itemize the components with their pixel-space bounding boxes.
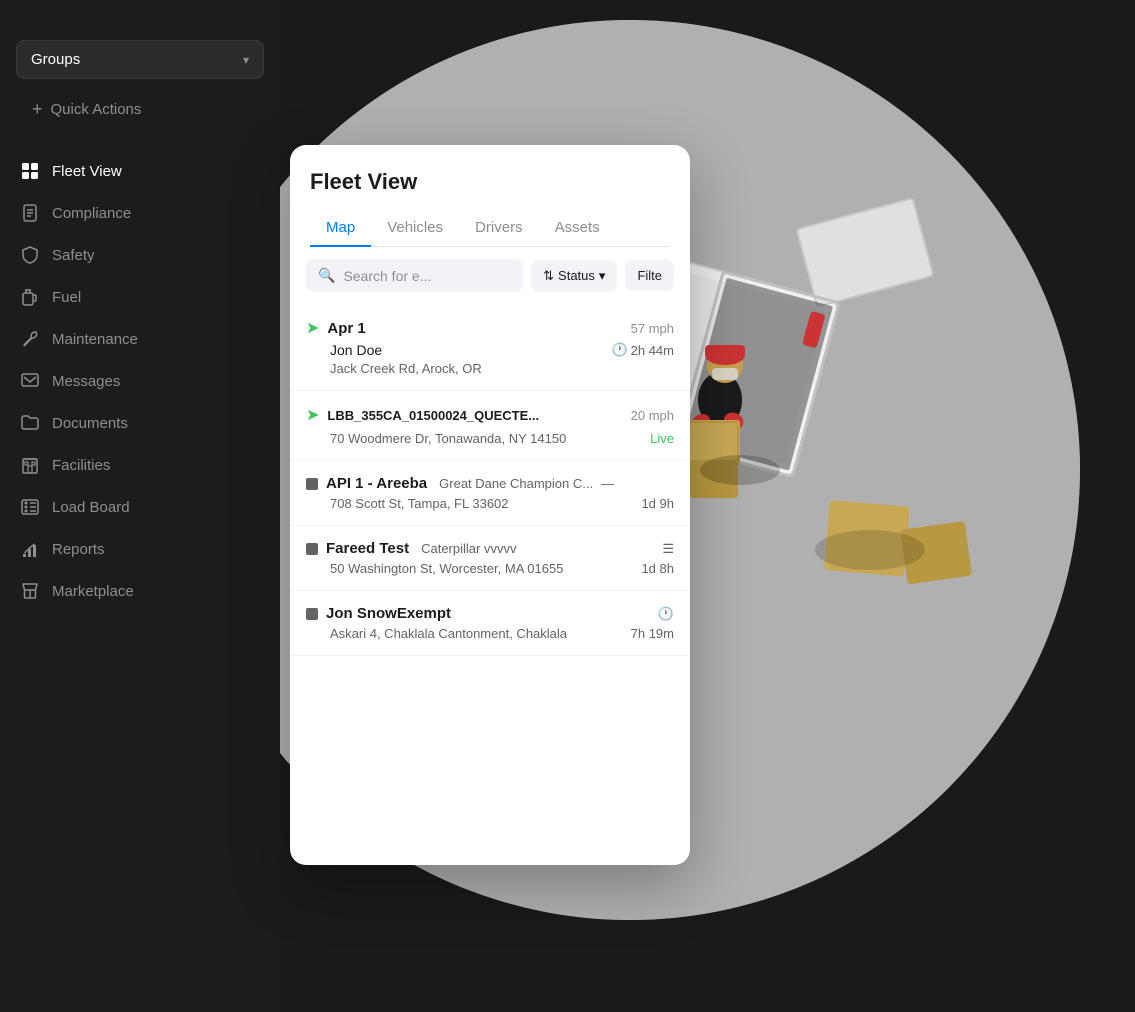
sidebar-item-fuel[interactable]: Fuel xyxy=(0,276,280,318)
sidebar-item-label-documents: Documents xyxy=(52,415,128,432)
vehicle-name-4: Fareed Test xyxy=(326,540,409,557)
doc-icon xyxy=(20,203,40,223)
sidebar-item-label-messages: Messages xyxy=(52,373,120,390)
vehicle-name-1: Apr 1 xyxy=(327,320,365,337)
vehicle-time-2: Live xyxy=(650,431,674,446)
status-dot-3 xyxy=(306,478,318,490)
status-dot-5 xyxy=(306,608,318,620)
moving-arrow-icon-2: ➤ xyxy=(306,405,319,425)
tab-assets[interactable]: Assets xyxy=(539,211,616,246)
clock-icon-1: 🕐 xyxy=(611,342,627,358)
vehicle-address-1: Jack Creek Rd, Arock, OR xyxy=(330,361,482,376)
sidebar-item-label-marketplace: Marketplace xyxy=(52,583,134,600)
vehicle-speed-1: 57 mph xyxy=(631,321,674,336)
sidebar-item-label-load-board: Load Board xyxy=(52,499,130,516)
sidebar-item-label-safety: Safety xyxy=(52,247,95,264)
tab-drivers[interactable]: Drivers xyxy=(459,211,539,246)
sidebar-item-compliance[interactable]: Compliance xyxy=(0,192,280,234)
chevron-down-icon: ▾ xyxy=(243,53,249,67)
chevron-icon-status: ▾ xyxy=(599,268,606,284)
message-icon xyxy=(20,371,40,391)
vehicle-name-5: Jon SnowExempt xyxy=(326,605,451,622)
groups-label: Groups xyxy=(31,51,80,68)
quick-actions-label: Quick Actions xyxy=(51,101,142,118)
fleet-panel-title: Fleet View xyxy=(310,169,670,195)
fuel-icon xyxy=(20,287,40,307)
vehicle-item-4[interactable]: Fareed Test Caterpillar vvvvv ☰ 50 Washi… xyxy=(290,526,690,591)
vehicle-address-3: 708 Scott St, Tampa, FL 33602 xyxy=(330,496,509,511)
vehicle-item-1[interactable]: ➤ Apr 1 57 mph Jon Doe 🕐 2h 44m Jack Cre… xyxy=(290,304,690,391)
vehicle-item-5[interactable]: Jon SnowExempt 🕐 Askari 4, Chaklala Cant… xyxy=(290,591,690,656)
status-filter-button[interactable]: ⇅ Status ▾ xyxy=(531,260,617,292)
tab-vehicles[interactable]: Vehicles xyxy=(371,211,459,246)
filter-button[interactable]: Filte xyxy=(625,260,674,291)
vehicle-time-1: 🕐 2h 44m xyxy=(611,342,674,358)
sidebar: Groups ▾ + Quick Actions Fleet View xyxy=(0,0,280,1012)
vehicle-name-3: API 1 - Areeba xyxy=(326,475,427,492)
sidebar-item-label-reports: Reports xyxy=(52,541,105,558)
search-icon: 🔍 xyxy=(318,267,335,284)
status-dot-4 xyxy=(306,543,318,555)
vehicle-address-4: 50 Washington St, Worcester, MA 01655 xyxy=(330,561,563,576)
vehicle-address-2: 70 Woodmere Dr, Tonawanda, NY 14150 xyxy=(330,431,566,446)
sidebar-item-maintenance[interactable]: Maintenance xyxy=(0,318,280,360)
vehicle-name-2: LBB_355CA_01500024_QUECTE... xyxy=(327,408,539,423)
search-box[interactable]: 🔍 xyxy=(306,259,523,292)
groups-dropdown[interactable]: Groups ▾ xyxy=(16,40,264,79)
loadboard-icon xyxy=(20,497,40,517)
vehicle-address-5: Askari 4, Chaklala Cantonment, Chaklala xyxy=(330,626,567,641)
vehicle-secondary-4: Caterpillar vvvvv xyxy=(421,541,516,556)
vehicle-item-3[interactable]: API 1 - Areeba Great Dane Champion C... … xyxy=(290,461,690,526)
quick-actions-button[interactable]: + Quick Actions xyxy=(16,87,264,132)
vehicle-clock-5: 🕐 xyxy=(658,606,674,622)
chart-icon xyxy=(20,539,40,559)
sidebar-item-load-board[interactable]: Load Board xyxy=(0,486,280,528)
sidebar-item-label-compliance: Compliance xyxy=(52,205,131,222)
vehicle-time-4: 1d 8h xyxy=(641,561,674,576)
fleet-search-row: 🔍 ⇅ Status ▾ Filte xyxy=(290,247,690,304)
vehicle-driver-1: Jon Doe xyxy=(330,342,382,358)
grid-icon xyxy=(20,161,40,181)
plus-icon: + xyxy=(32,99,43,120)
sidebar-item-label-maintenance: Maintenance xyxy=(52,331,138,348)
fleet-tabs: Map Vehicles Drivers Assets xyxy=(310,211,670,247)
vehicle-list: ➤ Apr 1 57 mph Jon Doe 🕐 2h 44m Jack Cre… xyxy=(290,304,690,865)
sidebar-item-safety[interactable]: Safety xyxy=(0,234,280,276)
sidebar-item-marketplace[interactable]: Marketplace xyxy=(0,570,280,612)
vehicle-item-2[interactable]: ➤ LBB_355CA_01500024_QUECTE... 20 mph 70… xyxy=(290,391,690,461)
sidebar-item-reports[interactable]: Reports xyxy=(0,528,280,570)
sidebar-item-facilities[interactable]: Facilities xyxy=(0,444,280,486)
wrench-icon xyxy=(20,329,40,349)
vehicle-time-3: 1d 9h xyxy=(641,496,674,511)
sort-icon: ⇅ xyxy=(543,268,554,284)
vehicle-speed-2: 20 mph xyxy=(631,408,674,423)
vehicle-time-5: 7h 19m xyxy=(631,626,674,641)
vehicle-secondary-3: Great Dane Champion C... xyxy=(439,476,593,491)
filter-label: Filte xyxy=(637,268,662,283)
status-label: Status xyxy=(558,268,595,283)
sidebar-item-messages[interactable]: Messages xyxy=(0,360,280,402)
folder-icon xyxy=(20,413,40,433)
sidebar-top: Groups ▾ + Quick Actions xyxy=(0,20,280,142)
building-icon xyxy=(20,455,40,475)
vehicle-status-badge-4: ☰ xyxy=(662,541,674,557)
sidebar-nav: Fleet View Compliance Safety xyxy=(0,142,280,992)
sidebar-item-label-fleet-view: Fleet View xyxy=(52,163,122,180)
sidebar-item-documents[interactable]: Documents xyxy=(0,402,280,444)
tab-map[interactable]: Map xyxy=(310,211,371,246)
search-input[interactable] xyxy=(343,268,511,284)
sidebar-item-label-facilities: Facilities xyxy=(52,457,110,474)
fleet-panel-header: Fleet View Map Vehicles Drivers Assets xyxy=(290,145,690,247)
sidebar-item-fleet-view[interactable]: Fleet View xyxy=(0,150,280,192)
store-icon xyxy=(20,581,40,601)
moving-arrow-icon-1: ➤ xyxy=(306,318,319,338)
shield-icon xyxy=(20,245,40,265)
fleet-panel: Fleet View Map Vehicles Drivers Assets 🔍… xyxy=(290,145,690,865)
sidebar-item-label-fuel: Fuel xyxy=(52,289,81,306)
